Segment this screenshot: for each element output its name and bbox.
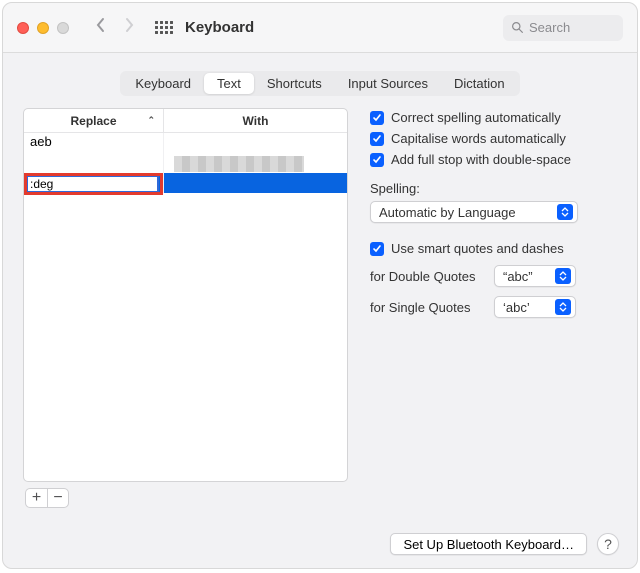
nav-arrows (93, 15, 137, 40)
check-correct-spelling[interactable]: Correct spelling automatically (370, 110, 617, 125)
double-quotes-label: for Double Quotes (370, 269, 486, 284)
tab-text[interactable]: Text (204, 73, 254, 94)
label: Add full stop with double-space (391, 152, 571, 167)
tab-bar: Keyboard Text Shortcuts Input Sources Di… (3, 71, 637, 96)
show-all-icon[interactable] (155, 21, 173, 34)
select-value: ‘abc’ (503, 300, 530, 315)
label: Correct spelling automatically (391, 110, 561, 125)
table-row[interactable]: aeb (24, 133, 347, 153)
check-smart-quotes[interactable]: Use smart quotes and dashes (370, 241, 617, 256)
search-icon (511, 21, 524, 34)
spelling-label: Spelling: (370, 181, 617, 196)
close-window-button[interactable] (17, 22, 29, 34)
tab-keyboard[interactable]: Keyboard (122, 73, 204, 94)
remove-button[interactable]: − (47, 488, 69, 508)
col-replace[interactable]: Replace⌃ (24, 109, 164, 132)
tab-dictation[interactable]: Dictation (441, 73, 518, 94)
checkbox-checked-icon (370, 153, 384, 167)
forward-button (121, 15, 137, 40)
edit-highlight (26, 175, 161, 193)
titlebar: Keyboard Search (3, 3, 637, 53)
cell-replace[interactable] (24, 153, 164, 173)
row-single-quotes: for Single Quotes ‘abc’ (370, 296, 617, 318)
tab-input-sources[interactable]: Input Sources (335, 73, 441, 94)
cell-replace[interactable]: aeb (24, 133, 164, 153)
sort-indicator-icon: ⌃ (147, 115, 155, 126)
label: Capitalise words automatically (391, 131, 566, 146)
tab-shortcuts[interactable]: Shortcuts (254, 73, 335, 94)
spelling-select[interactable]: Automatic by Language (370, 201, 578, 223)
bluetooth-keyboard-button[interactable]: Set Up Bluetooth Keyboard… (390, 533, 587, 555)
segmented-control: Keyboard Text Shortcuts Input Sources Di… (120, 71, 519, 96)
cell-with[interactable] (164, 173, 347, 193)
window-title: Keyboard (185, 19, 254, 36)
select-value: “abc” (503, 269, 533, 284)
replacements-table[interactable]: Replace⌃ With aeb (23, 108, 348, 482)
updown-icon (555, 299, 571, 315)
minimise-window-button[interactable] (37, 22, 49, 34)
check-capitalise[interactable]: Capitalise words automatically (370, 131, 617, 146)
table-row-selected[interactable] (24, 173, 347, 193)
table-body: aeb (24, 133, 347, 481)
replacements-panel: Replace⌃ With aeb (23, 108, 348, 510)
updown-icon (555, 268, 571, 284)
cell-with[interactable] (164, 133, 347, 153)
check-fullstop[interactable]: Add full stop with double-space (370, 152, 617, 167)
single-quotes-select[interactable]: ‘abc’ (494, 296, 576, 318)
replace-edit-input[interactable] (26, 175, 159, 193)
back-button[interactable] (93, 15, 109, 40)
checkbox-checked-icon (370, 242, 384, 256)
single-quotes-label: for Single Quotes (370, 300, 486, 315)
traffic-lights (17, 22, 69, 34)
select-value: Automatic by Language (379, 205, 516, 220)
table-row[interactable] (24, 153, 347, 173)
col-with[interactable]: With (164, 109, 347, 132)
redacted-content (174, 156, 304, 172)
prefs-window: Keyboard Search Keyboard Text Shortcuts … (2, 2, 638, 569)
help-button[interactable]: ? (597, 533, 619, 555)
table-header: Replace⌃ With (24, 109, 347, 133)
bottom-bar: Set Up Bluetooth Keyboard… ? (3, 520, 637, 568)
content-area: Replace⌃ With aeb (3, 108, 637, 520)
row-double-quotes: for Double Quotes “abc” (370, 265, 617, 287)
double-quotes-select[interactable]: “abc” (494, 265, 576, 287)
checkbox-checked-icon (370, 132, 384, 146)
options-panel: Correct spelling automatically Capitalis… (370, 108, 617, 510)
table-footer: + − (23, 486, 348, 510)
add-button[interactable]: + (25, 488, 47, 508)
search-placeholder: Search (529, 20, 570, 35)
zoom-window-button (57, 22, 69, 34)
updown-icon (557, 204, 573, 220)
checkbox-checked-icon (370, 111, 384, 125)
search-field[interactable]: Search (503, 15, 623, 41)
cell-replace-editing[interactable] (24, 173, 164, 193)
cell-with[interactable] (164, 153, 347, 173)
label: Use smart quotes and dashes (391, 241, 564, 256)
